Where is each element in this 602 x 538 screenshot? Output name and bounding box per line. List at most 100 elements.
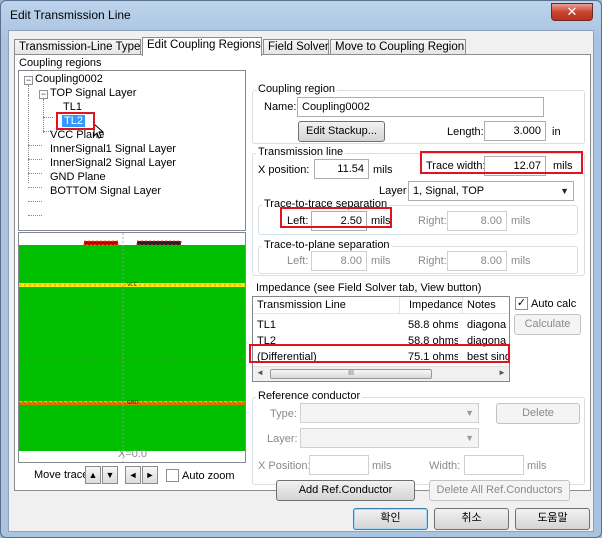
svg-text:VCC: VCC — [127, 282, 138, 288]
tree-item-bottom-signal-layer[interactable]: BOTTOM Signal Layer — [50, 185, 161, 197]
tp-left-label: Left: — [287, 255, 309, 267]
tt-left-unit: mils — [371, 215, 391, 227]
trace-to-plane-title: Trace-to-plane separation — [262, 239, 392, 251]
stackup-preview-canvas: VCC GND — [19, 233, 245, 462]
collapse-top-layer-icon[interactable]: − — [39, 90, 48, 99]
title-bar[interactable]: Edit Transmission Line ✕ — [1, 1, 601, 29]
col-notes[interactable]: Notes — [467, 299, 496, 311]
edit-stackup-button[interactable]: Edit Stackup... — [298, 121, 385, 142]
auto-zoom-checkbox[interactable] — [166, 469, 179, 482]
coupling-region-title: Coupling region — [256, 83, 338, 95]
tree-item-top-signal-layer[interactable]: TOP Signal Layer — [50, 87, 136, 99]
tab-transmission-line-type[interactable]: Transmission-Line Type — [14, 39, 141, 55]
move-trace-down-button[interactable]: ▼ — [102, 466, 118, 484]
trace-tl1 — [84, 241, 118, 245]
ref-xpos-input[interactable] — [309, 455, 369, 475]
chevron-down-icon: ▼ — [560, 186, 569, 196]
tab-move-to-coupling-region[interactable]: Move to Coupling Region — [330, 39, 466, 55]
row-tl1-impedance: 58.8 ohms — [408, 319, 458, 331]
trace-tl2 — [137, 241, 181, 245]
tt-left-input[interactable]: 2.50 — [311, 211, 367, 231]
ref-type-select[interactable]: ▼ — [300, 403, 479, 423]
chevron-down-icon: ▼ — [465, 408, 474, 418]
impedance-title: Impedance (see Field Solver tab, View bu… — [256, 282, 482, 294]
ref-layer-label: Layer: — [267, 433, 298, 445]
auto-zoom-label: Auto zoom — [182, 470, 235, 482]
ref-width-input[interactable] — [464, 455, 524, 475]
tt-right-input[interactable]: 8.00 — [447, 211, 507, 231]
layer-select[interactable]: 1, Signal, TOP ▼ — [408, 181, 574, 201]
cancel-button[interactable]: 취소 — [434, 508, 509, 530]
trace-to-trace-title: Trace-to-trace separation — [262, 198, 390, 210]
dialog-window: Edit Transmission Line ✕ Transmission-Li… — [0, 0, 602, 538]
scroll-right-icon[interactable]: ► — [498, 368, 506, 377]
tab-edit-coupling-regions[interactable]: Edit Coupling Regions — [142, 37, 262, 56]
tp-left-unit: mils — [371, 255, 391, 267]
add-ref-conductor-button[interactable]: Add Ref.Conductor — [276, 480, 415, 501]
close-button[interactable]: ✕ — [551, 3, 593, 21]
row-tl2-name: TL2 — [257, 335, 276, 347]
tp-right-input[interactable]: 8.00 — [447, 251, 507, 271]
tp-right-unit: mils — [511, 255, 531, 267]
impedance-list[interactable]: Transmission Line Impedance Notes TL1 58… — [252, 296, 510, 382]
tt-right-unit: mils — [511, 215, 531, 227]
window-title: Edit Transmission Line — [10, 8, 131, 22]
chevron-down-icon: ▼ — [465, 433, 474, 443]
move-trace-label: Move trace: — [34, 469, 92, 481]
tt-right-label: Right: — [418, 215, 447, 227]
move-trace-left-button[interactable]: ◄ — [125, 466, 141, 484]
col-impedance[interactable]: Impedance — [409, 299, 463, 311]
delete-ref-button[interactable]: Delete — [496, 403, 580, 424]
tree-item-gnd-plane[interactable]: GND Plane — [50, 171, 106, 183]
ok-button[interactable]: 확인 — [353, 508, 428, 530]
tree-item-tl2[interactable]: TL2 — [62, 115, 85, 127]
row-differential-impedance: 75.1 ohms — [408, 351, 458, 363]
col-transmission-line[interactable]: Transmission Line — [257, 299, 346, 311]
length-unit: in — [552, 126, 561, 138]
trace-width-input[interactable]: 12.07 — [484, 156, 546, 176]
calculate-button[interactable]: Calculate — [514, 314, 581, 335]
row-differential-name: (Differential) — [257, 351, 317, 363]
row-differential-notes: best sing — [467, 351, 510, 363]
trace-width-label: Trace width: — [426, 160, 486, 172]
ref-xpos-label: X Position: — [258, 460, 311, 472]
x-position-unit: mils — [373, 164, 393, 176]
layer-label: Layer — [379, 185, 407, 197]
length-label: Length: — [447, 126, 484, 138]
auto-calc-label: Auto calc — [531, 298, 577, 310]
delete-all-ref-conductors-button[interactable]: Delete All Ref.Conductors — [429, 480, 570, 501]
tp-left-input[interactable]: 8.00 — [311, 251, 367, 271]
name-input[interactable]: Coupling0002 — [297, 97, 544, 117]
tt-left-label: Left: — [287, 215, 309, 227]
stackup-preview[interactable]: VCC GND X=0.0 — [18, 232, 246, 463]
scroll-thumb[interactable]: III — [270, 369, 432, 379]
coupling-regions-label: Coupling regions — [19, 57, 102, 69]
auto-calc-checkbox[interactable]: ✓ — [515, 297, 528, 310]
x-position-input[interactable]: 11.54 — [314, 159, 369, 179]
x-position-label: X position: — [258, 164, 310, 176]
row-tl1-name: TL1 — [257, 319, 276, 331]
dielectric-region — [19, 245, 245, 451]
coupling-regions-tree[interactable]: − Coupling0002 − TOP Signal Layer TL1 TL… — [18, 70, 246, 231]
ref-width-unit: mils — [527, 460, 547, 472]
tp-right-label: Right: — [418, 255, 447, 267]
ref-type-label: Type: — [270, 408, 297, 420]
collapse-root-icon[interactable]: − — [24, 76, 33, 85]
tree-item-innersignal2[interactable]: InnerSignal2 Signal Layer — [50, 157, 176, 169]
preview-x-readout: X=0.0 — [118, 448, 148, 460]
ref-layer-select[interactable]: ▼ — [300, 428, 479, 448]
move-trace-up-button[interactable]: ▲ — [85, 466, 101, 484]
tree-item-coupling0002[interactable]: Coupling0002 — [35, 73, 103, 85]
tree-item-tl1[interactable]: TL1 — [63, 101, 82, 113]
help-button[interactable]: 도움말 — [515, 508, 590, 530]
row-tl2-impedance: 58.8 ohms — [408, 335, 458, 347]
row-tl1-notes: diagona — [467, 319, 507, 331]
scroll-left-icon[interactable]: ◄ — [256, 368, 264, 377]
tree-item-innersignal1[interactable]: InnerSignal1 Signal Layer — [50, 143, 176, 155]
length-input[interactable]: 3.000 — [484, 121, 546, 141]
impedance-list-header: Transmission Line Impedance Notes — [253, 297, 509, 314]
horizontal-scrollbar[interactable]: ◄ III ► — [253, 366, 509, 381]
dialog-client-area: Transmission-Line Type Edit Coupling Reg… — [8, 30, 594, 532]
move-trace-right-button[interactable]: ► — [142, 466, 158, 484]
tab-field-solver[interactable]: Field Solver — [263, 39, 329, 55]
